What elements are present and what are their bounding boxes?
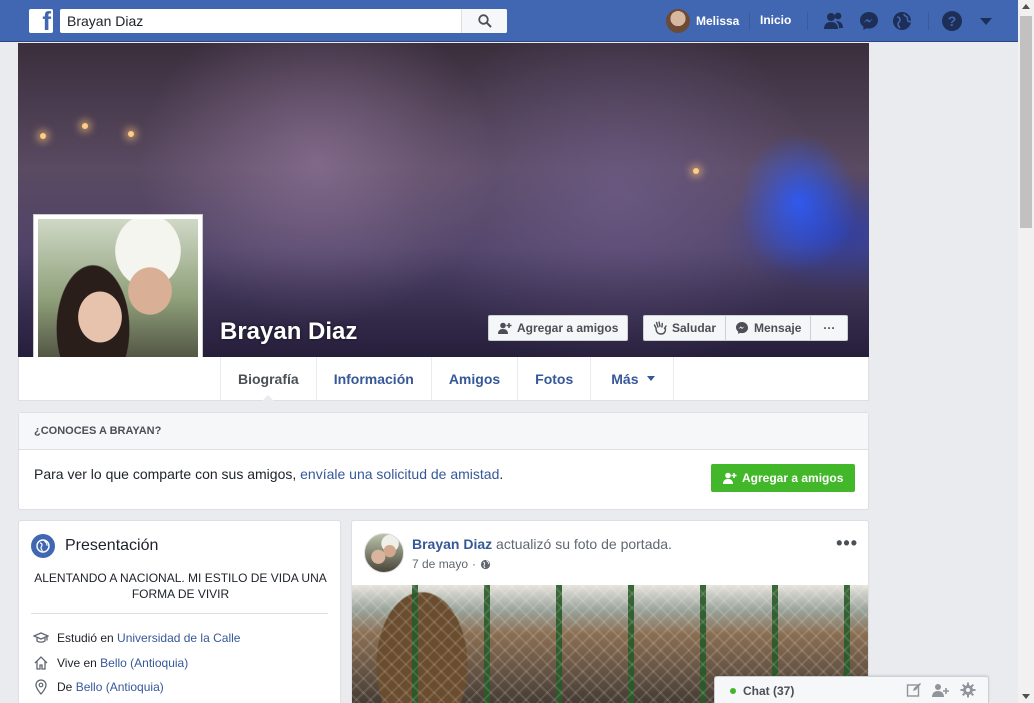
tab-amigos[interactable]: Amigos xyxy=(432,357,519,400)
user-name-link: Melissa xyxy=(696,14,740,28)
notifications-globe-icon[interactable] xyxy=(891,10,913,32)
chat-tab[interactable]: Chat (37) xyxy=(714,676,989,703)
profile-tabs: Biografía Información Amigos Fotos Más xyxy=(220,357,674,401)
tab-informacion[interactable]: Información xyxy=(317,357,432,400)
card-text-prefix: Para ver lo que comparte con sus amigos, xyxy=(34,466,301,482)
tab-fotos[interactable]: Fotos xyxy=(518,357,592,400)
profile-photo xyxy=(38,219,198,379)
search-button[interactable] xyxy=(461,9,507,33)
fact-from: De Bello (Antioquia) xyxy=(33,679,164,695)
post-action: actualizó su foto de portada. xyxy=(492,536,672,552)
profile-name[interactable]: Brayan Diaz xyxy=(220,318,357,346)
add-friend-label: Agregar a amigos xyxy=(742,471,844,485)
fact-prefix: Vive en xyxy=(57,656,101,670)
avatar[interactable] xyxy=(364,533,404,573)
intro-title: Presentación xyxy=(65,537,159,554)
current-city-link[interactable]: Bello (Antioquia) xyxy=(100,656,188,670)
add-friend-button-green[interactable]: Agregar a amigos xyxy=(711,464,856,492)
chat-label: Chat (37) xyxy=(743,684,795,698)
meta-separator: · xyxy=(472,557,477,571)
fact-lives-in: Vive en Bello (Antioquia) xyxy=(33,655,188,671)
fact-education: Estudió en Universidad de la Calle xyxy=(33,631,240,645)
post-author-link[interactable]: Brayan Diaz xyxy=(412,536,492,552)
card-text-suffix: . xyxy=(499,466,504,482)
help-icon[interactable]: ? xyxy=(941,10,963,32)
divider xyxy=(749,12,750,30)
wave-label: Saludar xyxy=(672,321,717,335)
chat-tools xyxy=(906,682,976,698)
fact-prefix: De xyxy=(57,680,76,694)
messenger-icon[interactable] xyxy=(858,10,880,32)
avatar xyxy=(666,9,690,33)
friend-requests-icon[interactable] xyxy=(823,10,845,32)
wave-button[interactable]: Saludar xyxy=(644,316,727,340)
message-button[interactable]: Mensaje xyxy=(726,316,812,340)
account-menu-chevron-icon[interactable] xyxy=(975,10,997,32)
add-friend-icon xyxy=(723,472,737,484)
public-globe-icon xyxy=(480,559,491,569)
school-link[interactable]: Universidad de la Calle xyxy=(117,631,240,645)
add-friend-label: Agregar a amigos xyxy=(517,321,619,335)
online-status-dot xyxy=(730,688,736,694)
new-message-icon[interactable] xyxy=(906,682,922,698)
divider xyxy=(928,12,929,30)
top-navigation-bar: f Melissa Inicio ? xyxy=(0,0,1018,42)
message-label: Mensaje xyxy=(754,321,802,335)
profile-shortcut[interactable]: Melissa xyxy=(666,9,739,33)
page-scrollbar[interactable] xyxy=(1018,0,1034,703)
search-input[interactable] xyxy=(60,9,461,33)
chevron-down-icon xyxy=(646,376,655,381)
cover-light xyxy=(128,131,134,137)
post-options-button[interactable]: ••• xyxy=(836,533,858,554)
scroll-thumb[interactable] xyxy=(1020,16,1032,228)
scroll-down-arrow-icon[interactable] xyxy=(1022,694,1030,699)
friend-request-link[interactable]: envíale una solicitud de amistad xyxy=(300,466,499,482)
divider xyxy=(807,12,808,30)
graduation-cap-icon xyxy=(33,632,49,643)
more-options-button[interactable]: ··· xyxy=(811,316,847,340)
card-header: ¿CONOCES A BRAYAN? xyxy=(19,413,868,450)
add-friend-button[interactable]: Agregar a amigos xyxy=(488,315,629,341)
divider xyxy=(31,613,328,614)
tab-biografia[interactable]: Biografía xyxy=(221,357,317,401)
globe-icon xyxy=(31,534,55,558)
hometown-link[interactable]: Bello (Antioquia) xyxy=(76,680,164,694)
post-header: Brayan Diaz actualizó su foto de portada… xyxy=(412,536,672,552)
scroll-up-arrow-icon[interactable] xyxy=(1022,4,1030,9)
profile-actions: Saludar Mensaje ··· xyxy=(643,315,849,341)
card-text: Para ver lo que comparte con sus amigos,… xyxy=(34,466,503,482)
home-link[interactable]: Inicio xyxy=(760,13,791,27)
home-icon xyxy=(34,656,48,670)
search-box xyxy=(60,9,507,33)
cover-light xyxy=(693,168,699,174)
location-pin-icon xyxy=(35,679,47,695)
messenger-icon xyxy=(736,322,749,334)
fact-prefix: Estudió en xyxy=(57,631,118,645)
cover-light xyxy=(40,133,46,139)
more-dots-icon: ··· xyxy=(823,321,836,335)
friend-suggestion-card: ¿CONOCES A BRAYAN? Para ver lo que compa… xyxy=(18,412,869,510)
post-meta: 7 de mayo · xyxy=(412,557,491,571)
create-group-icon[interactable] xyxy=(932,682,950,698)
svg-text:?: ? xyxy=(948,13,957,29)
post-date[interactable]: 7 de mayo xyxy=(412,557,468,571)
tab-mas[interactable]: Más xyxy=(591,357,674,400)
add-friend-icon xyxy=(498,322,512,334)
profile-tabs-bar: Biografía Información Amigos Fotos Más xyxy=(18,357,869,401)
gear-icon[interactable] xyxy=(960,682,976,698)
tab-mas-label: Más xyxy=(611,370,639,387)
facebook-logo-icon[interactable]: f xyxy=(29,6,53,36)
search-icon xyxy=(477,14,492,28)
cover-light xyxy=(82,123,88,129)
bio-text: ALENTANDO A NACIONAL. MI ESTILO DE VIDA … xyxy=(34,571,327,601)
wave-hand-icon xyxy=(653,321,667,335)
intro-card: Presentación ALENTANDO A NACIONAL. MI ES… xyxy=(18,520,341,703)
